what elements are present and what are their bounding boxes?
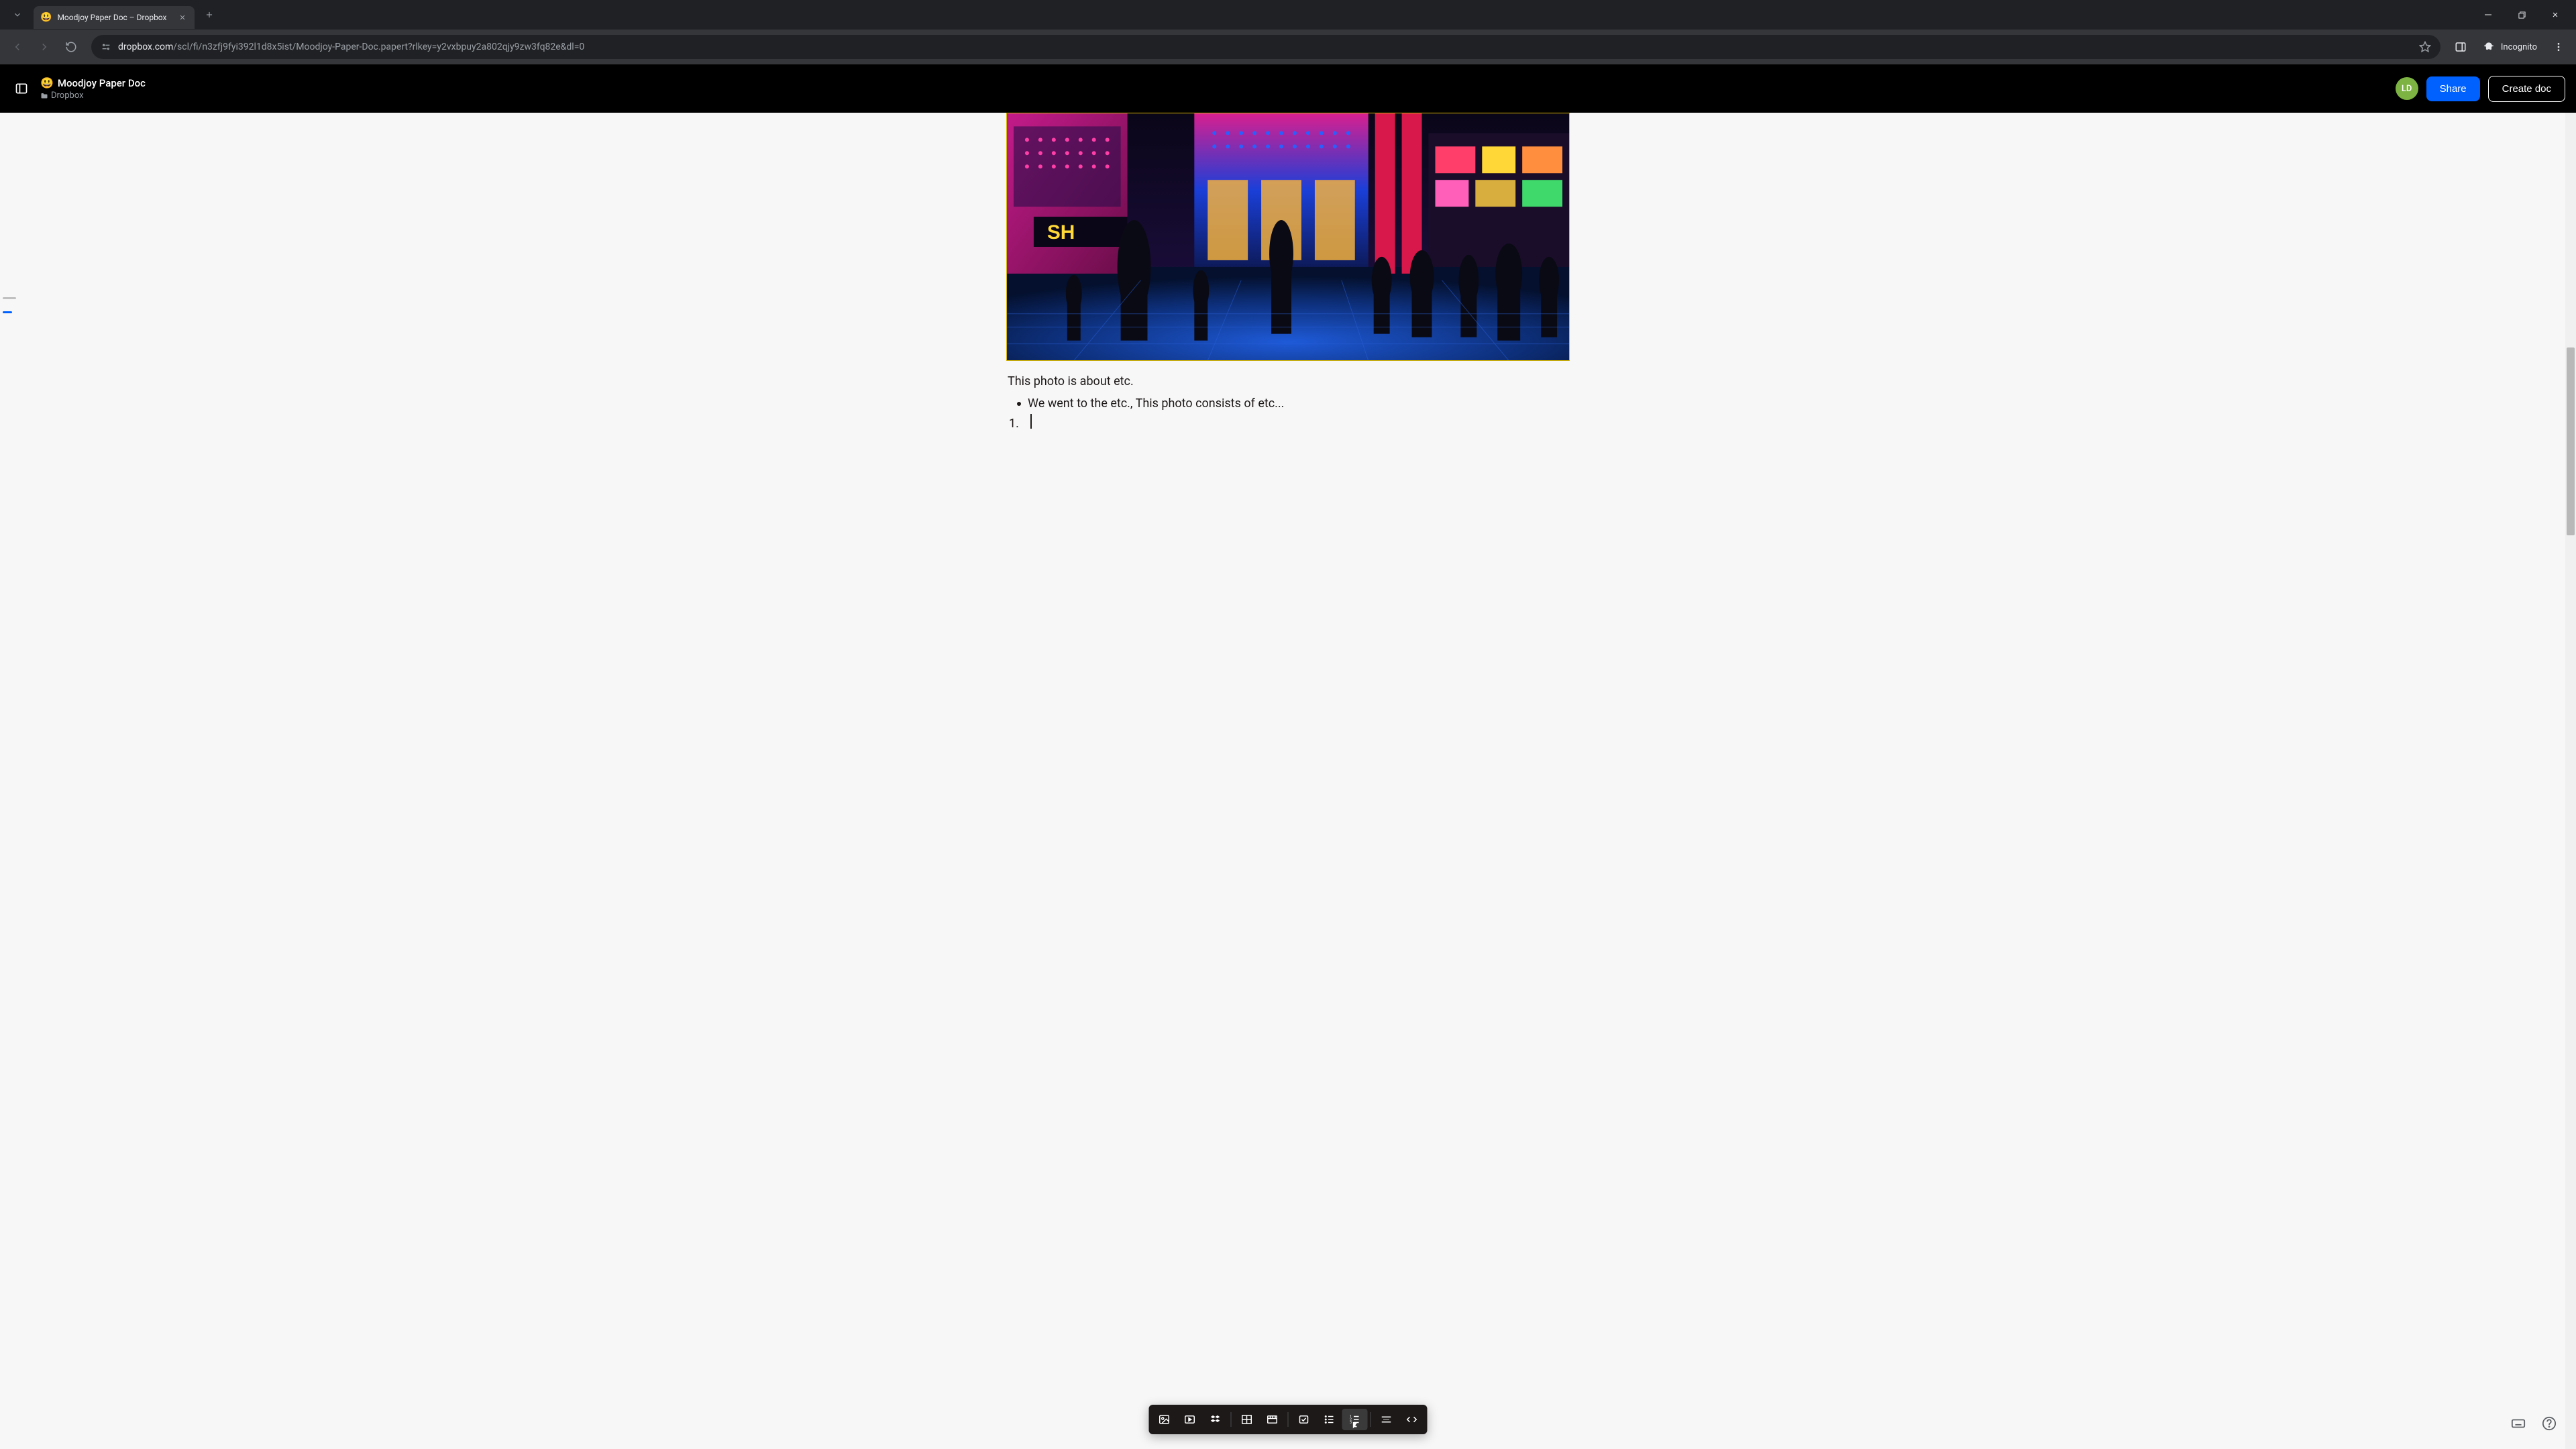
share-button[interactable]: Share bbox=[2426, 76, 2480, 101]
site-settings-icon[interactable] bbox=[101, 42, 111, 52]
insert-dropbox-button[interactable] bbox=[1203, 1409, 1228, 1430]
back-button[interactable] bbox=[5, 35, 30, 59]
address-bar[interactable]: dropbox.com/scl/fi/n3zfj9fyi392l1d8x5ist… bbox=[91, 35, 2440, 59]
scrollbar[interactable] bbox=[2565, 113, 2576, 1449]
paragraph-text[interactable]: This photo is about etc. bbox=[1008, 372, 1570, 392]
browser-tab[interactable]: 😃 Moodjoy Paper Doc – Dropbox bbox=[34, 6, 195, 29]
new-tab-button[interactable] bbox=[200, 5, 219, 24]
doc-info: 😃 Moodjoy Paper Doc Dropbox bbox=[40, 76, 146, 101]
corner-actions bbox=[2508, 1413, 2560, 1434]
bullet-dot-icon bbox=[1017, 402, 1021, 406]
embedded-image[interactable]: SH bbox=[1006, 113, 1570, 361]
breadcrumb[interactable]: Dropbox bbox=[40, 91, 146, 101]
numbered-list-item[interactable]: 1. bbox=[1008, 414, 1570, 435]
document-body[interactable]: SH bbox=[1006, 113, 1570, 435]
maximize-button[interactable] bbox=[2506, 4, 2537, 25]
breadcrumb-label: Dropbox bbox=[51, 91, 84, 101]
bullet-list-item[interactable]: We went to the etc., This photo consists… bbox=[1008, 394, 1570, 415]
tab-strip: 😃 Moodjoy Paper Doc – Dropbox bbox=[0, 0, 2576, 30]
scrollbar-thumb[interactable] bbox=[2567, 347, 2575, 535]
create-doc-button[interactable]: Create doc bbox=[2488, 76, 2565, 102]
avatar[interactable]: LD bbox=[2396, 77, 2418, 100]
insert-timeline-button[interactable] bbox=[1260, 1409, 1285, 1430]
checklist-button[interactable] bbox=[1291, 1409, 1317, 1430]
insert-code-button[interactable] bbox=[1399, 1409, 1425, 1430]
doc-title[interactable]: Moodjoy Paper Doc bbox=[58, 77, 146, 89]
side-panel-button[interactable] bbox=[2449, 35, 2473, 59]
insert-table-button[interactable] bbox=[1234, 1409, 1260, 1430]
incognito-indicator[interactable]: Incognito bbox=[2475, 40, 2544, 54]
doc-emoji-icon: 😃 bbox=[40, 76, 54, 89]
minimize-button[interactable] bbox=[2473, 4, 2504, 25]
insert-divider-button[interactable] bbox=[1374, 1409, 1399, 1430]
help-button[interactable] bbox=[2538, 1413, 2560, 1434]
keyboard-shortcuts-button[interactable] bbox=[2508, 1413, 2529, 1434]
browser-menu-button[interactable] bbox=[2546, 35, 2571, 59]
text-content[interactable]: This photo is about etc. We went to the … bbox=[1006, 361, 1570, 435]
outline-dash-active[interactable] bbox=[3, 311, 12, 313]
close-window-button[interactable] bbox=[2540, 4, 2571, 25]
bullet-text: We went to the etc., This photo consists… bbox=[1028, 394, 1284, 415]
insert-image-button[interactable] bbox=[1152, 1409, 1177, 1430]
bookmark-icon[interactable] bbox=[2419, 41, 2431, 53]
url-text: dropbox.com/scl/fi/n3zfj9fyi392l1d8x5ist… bbox=[118, 42, 2412, 52]
toolbar-divider bbox=[1288, 1412, 1289, 1427]
svg-text:SH: SH bbox=[1047, 221, 1075, 244]
window-controls bbox=[2473, 4, 2571, 25]
number-marker: 1. bbox=[1009, 414, 1021, 435]
tab-title: Moodjoy Paper Doc – Dropbox bbox=[57, 13, 172, 22]
bulleted-list-button[interactable] bbox=[1317, 1409, 1342, 1430]
app-header: 😃 Moodjoy Paper Doc Dropbox LD Share Cre… bbox=[0, 64, 2576, 113]
tab-favicon-icon: 😃 bbox=[40, 12, 52, 23]
cursor-pointer-icon bbox=[1350, 1421, 1360, 1432]
tab-search-button[interactable] bbox=[5, 3, 30, 27]
sidebar-toggle-button[interactable] bbox=[11, 78, 32, 99]
text-cursor bbox=[1030, 414, 1032, 429]
content-area: SH bbox=[0, 113, 2576, 1449]
tab-close-button[interactable] bbox=[177, 12, 188, 23]
folder-icon bbox=[40, 92, 48, 100]
numbered-list-button[interactable]: 123 bbox=[1342, 1409, 1368, 1430]
forward-button[interactable] bbox=[32, 35, 56, 59]
browser-chrome: 😃 Moodjoy Paper Doc – Dropbox bbox=[0, 0, 2576, 64]
reload-button[interactable] bbox=[59, 35, 83, 59]
format-toolbar: 123 bbox=[1149, 1405, 1428, 1434]
toolbar-divider bbox=[1231, 1412, 1232, 1427]
incognito-label: Incognito bbox=[2501, 42, 2537, 52]
page-outline-indicator[interactable] bbox=[3, 297, 16, 313]
insert-video-button[interactable] bbox=[1177, 1409, 1203, 1430]
outline-dash[interactable] bbox=[3, 297, 16, 299]
browser-toolbar: dropbox.com/scl/fi/n3zfj9fyi392l1d8x5ist… bbox=[0, 30, 2576, 64]
